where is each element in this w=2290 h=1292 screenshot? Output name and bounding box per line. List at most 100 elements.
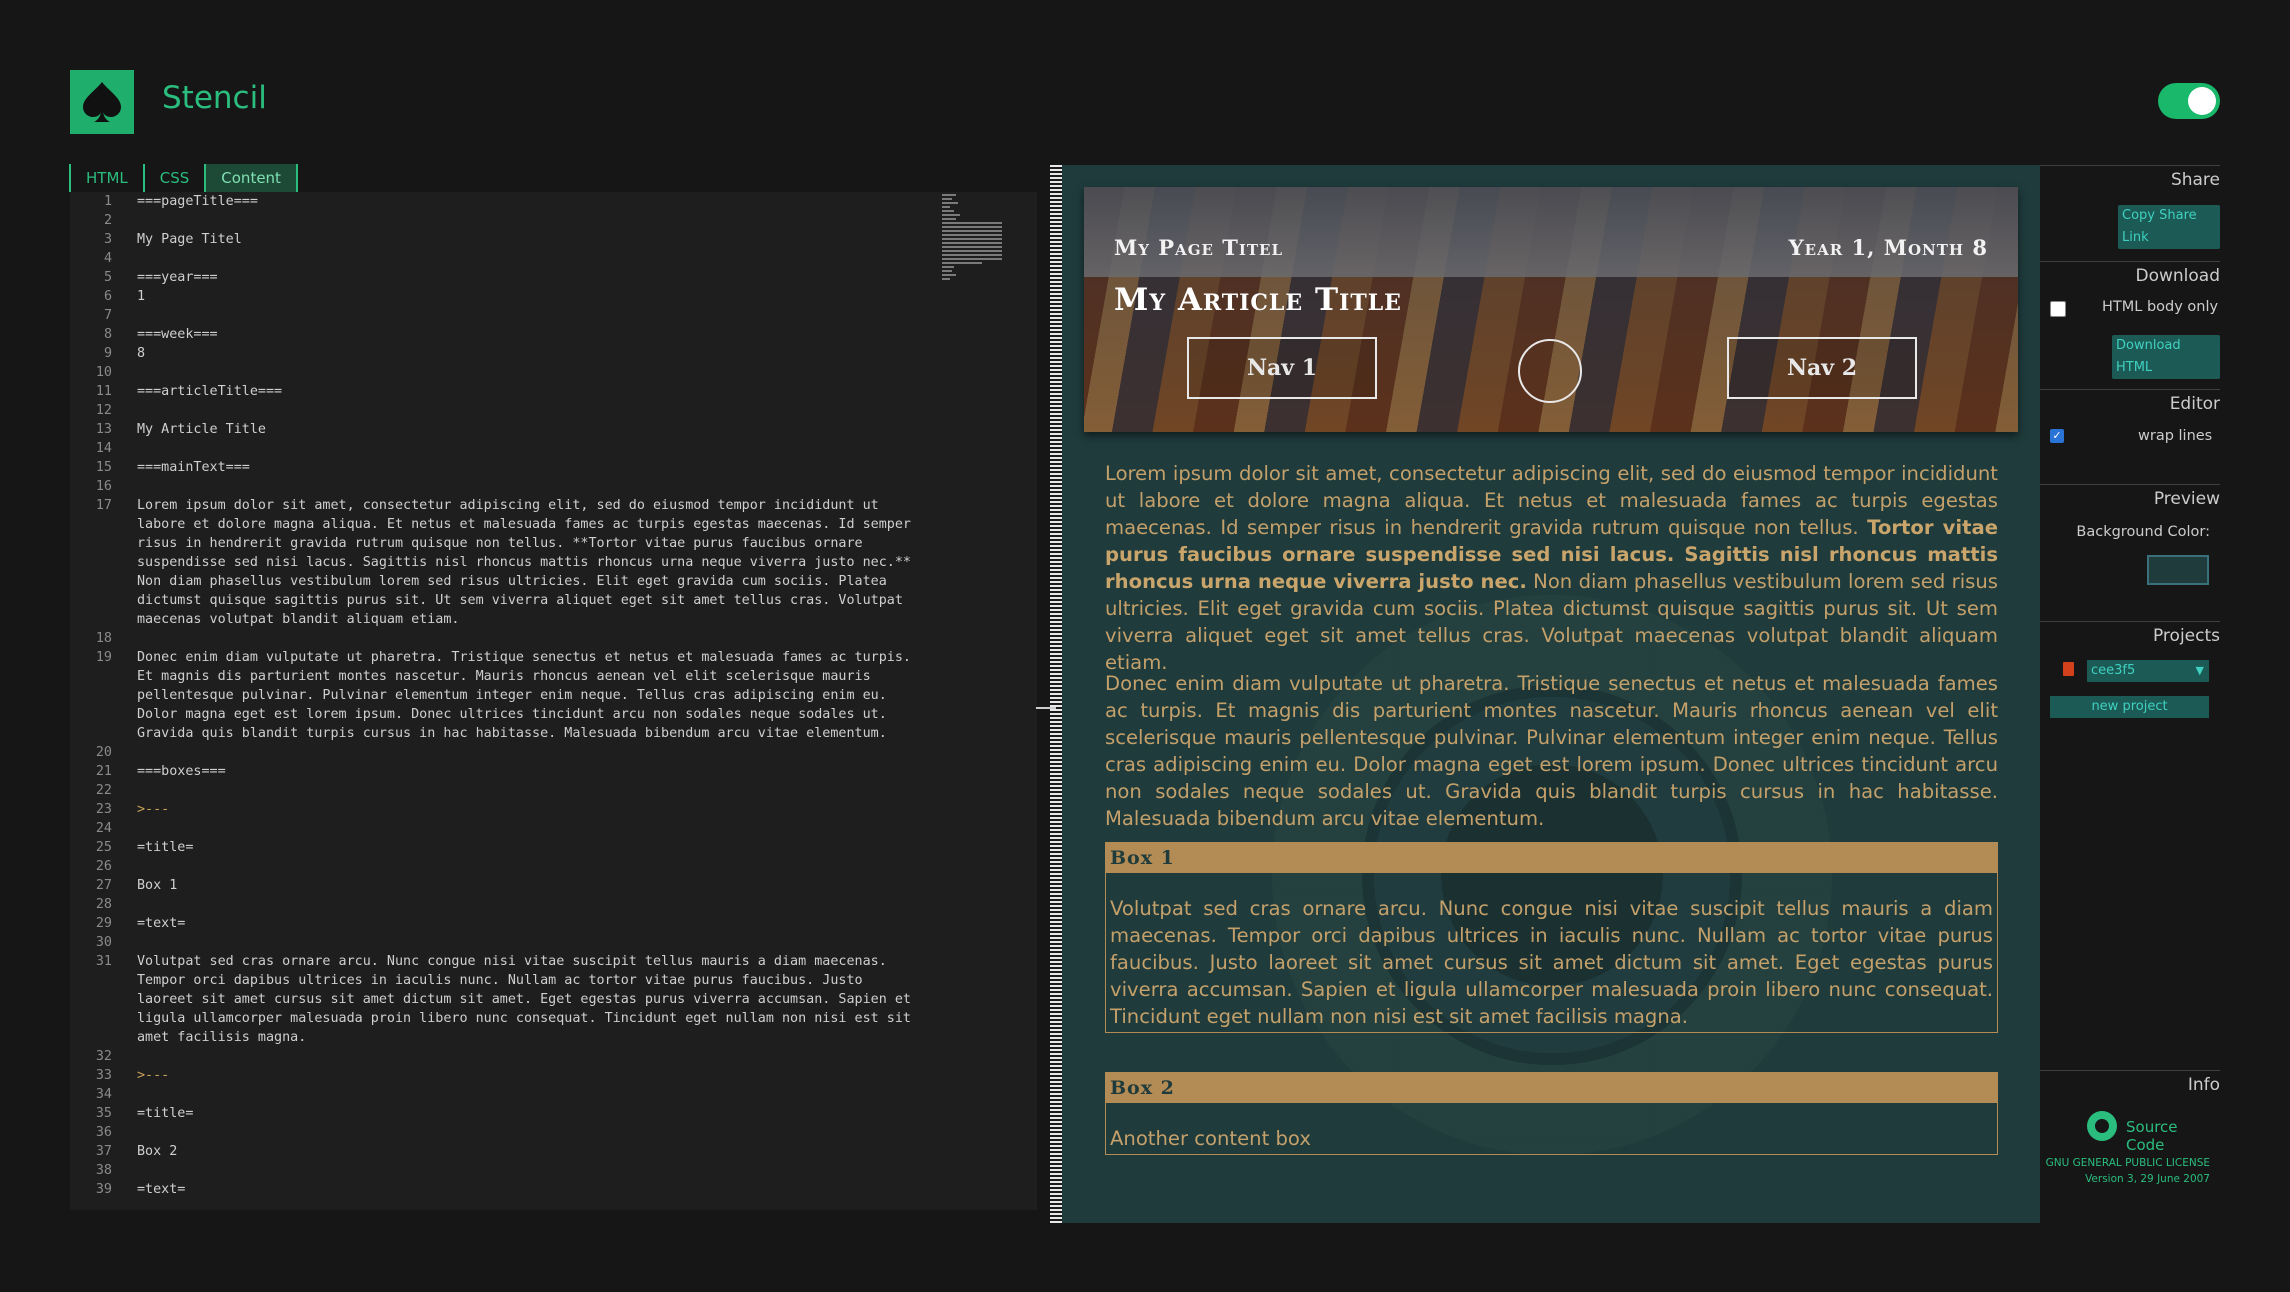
line-text[interactable]	[137, 933, 927, 952]
nav-1-button[interactable]: Nav 1	[1187, 337, 1377, 399]
line-text[interactable]: =text=	[137, 914, 927, 933]
code-line[interactable]: 24	[70, 819, 970, 838]
code-line[interactable]: 14	[70, 439, 970, 458]
code-line[interactable]: 34	[70, 1085, 970, 1104]
code-line[interactable]: 38	[70, 1161, 970, 1180]
code-line[interactable]: 21 ===boxes===	[70, 762, 970, 781]
line-text[interactable]: ===week===	[137, 325, 927, 344]
tab-css[interactable]: CSS	[142, 164, 205, 192]
trash-icon[interactable]	[2063, 662, 2074, 676]
line-text[interactable]: >---	[137, 800, 927, 819]
nav-center-circle[interactable]	[1518, 339, 1582, 403]
copy-share-link-button[interactable]: Copy Share Link	[2118, 205, 2220, 249]
line-text[interactable]: ===boxes===	[137, 762, 927, 781]
line-text[interactable]	[137, 249, 927, 268]
code-line[interactable]: 8 ===week===	[70, 325, 970, 344]
code-line[interactable]: 20	[70, 743, 970, 762]
line-text[interactable]: >---	[137, 1066, 927, 1085]
line-text[interactable]: Box 2	[137, 1142, 927, 1161]
line-text[interactable]	[137, 1085, 927, 1104]
line-text[interactable]: 1	[137, 287, 927, 306]
code-line[interactable]: 12	[70, 401, 970, 420]
download-html-button[interactable]: Download HTML	[2112, 335, 2220, 379]
code-line[interactable]: 36	[70, 1123, 970, 1142]
line-text[interactable]: Donec enim diam vulputate ut pharetra. T…	[137, 648, 927, 743]
code-editor[interactable]: 1 ===pageTitle=== 2 3 My Page Titel 4 5 ===year…	[70, 192, 1037, 1210]
code-line[interactable]: 29 =text=	[70, 914, 970, 933]
line-text[interactable]: My Page Titel	[137, 230, 927, 249]
code-line[interactable]: 30	[70, 933, 970, 952]
code-line[interactable]: 27 Box 1	[70, 876, 970, 895]
line-text[interactable]	[137, 1123, 927, 1142]
nav-2-button[interactable]: Nav 2	[1727, 337, 1917, 399]
code-line[interactable]: 35 =title=	[70, 1104, 970, 1123]
code-line[interactable]: 3 My Page Titel	[70, 230, 970, 249]
code-line[interactable]: 5 ===year===	[70, 268, 970, 287]
line-text[interactable]: ===year===	[137, 268, 927, 287]
code-line[interactable]: 1 ===pageTitle===	[70, 192, 970, 211]
pane-splitter[interactable]	[1050, 165, 1062, 1223]
code-line[interactable]: 2	[70, 211, 970, 230]
code-line[interactable]: 4	[70, 249, 970, 268]
code-line[interactable]: 11 ===articleTitle===	[70, 382, 970, 401]
code-line[interactable]: 61	[70, 287, 970, 306]
code-line[interactable]: 18	[70, 629, 970, 648]
project-select[interactable]: cee3f5 ▼	[2087, 660, 2209, 682]
new-project-button[interactable]: new project	[2050, 696, 2209, 718]
code-line[interactable]: 23 >---	[70, 800, 970, 819]
tab-html[interactable]: HTML	[69, 164, 143, 192]
code-line[interactable]: 22	[70, 781, 970, 800]
line-text[interactable]: Volutpat sed cras ornare arcu. Nunc cong…	[137, 952, 927, 1047]
background-color-picker[interactable]	[2147, 555, 2209, 585]
line-text[interactable]	[137, 857, 927, 876]
code-line[interactable]: 32	[70, 1047, 970, 1066]
line-text[interactable]: =title=	[137, 838, 927, 857]
code-lines[interactable]: 1 ===pageTitle=== 2 3 My Page Titel 4 5 ===year…	[70, 192, 970, 1199]
code-line[interactable]: 25 =title=	[70, 838, 970, 857]
tab-content[interactable]: Content	[204, 164, 298, 192]
code-line[interactable]: 7	[70, 306, 970, 325]
line-text[interactable]	[137, 1161, 927, 1180]
line-text[interactable]: ===articleTitle===	[137, 382, 927, 401]
code-line[interactable]: 31 Volutpat sed cras ornare arcu. Nunc co…	[70, 952, 970, 1047]
html-body-only-checkbox[interactable]	[2050, 301, 2066, 317]
line-text[interactable]: 8	[137, 344, 927, 363]
code-line[interactable]: 26	[70, 857, 970, 876]
line-text[interactable]	[137, 439, 927, 458]
code-line[interactable]: 15 ===mainText===	[70, 458, 970, 477]
code-line[interactable]: 33 >---	[70, 1066, 970, 1085]
source-code-link[interactable]: Source Code	[2126, 1118, 2220, 1154]
code-line[interactable]: 28	[70, 895, 970, 914]
line-text[interactable]: ===pageTitle===	[137, 192, 927, 211]
code-line[interactable]: 10	[70, 363, 970, 382]
code-line[interactable]: 16	[70, 477, 970, 496]
github-icon[interactable]	[2087, 1111, 2117, 1141]
line-text[interactable]	[137, 743, 927, 762]
line-text[interactable]	[137, 363, 927, 382]
line-text[interactable]: ===mainText===	[137, 458, 927, 477]
wrap-lines-checkbox[interactable]: ✓	[2050, 429, 2064, 443]
code-line[interactable]: 39 =text=	[70, 1180, 970, 1199]
line-text[interactable]: Box 1	[137, 876, 927, 895]
line-text[interactable]: Lorem ipsum dolor sit amet, consectetur …	[137, 496, 927, 629]
line-text[interactable]	[137, 819, 927, 838]
code-line[interactable]: 19 Donec enim diam vulputate ut pharetra.…	[70, 648, 970, 743]
line-text[interactable]	[137, 1047, 927, 1066]
line-text[interactable]	[137, 211, 927, 230]
code-line[interactable]: 37 Box 2	[70, 1142, 970, 1161]
splitter-handle[interactable]	[1036, 707, 1056, 709]
theme-toggle[interactable]	[2158, 83, 2220, 119]
line-text[interactable]	[137, 895, 927, 914]
code-line[interactable]: 13 My Article Title	[70, 420, 970, 439]
line-text[interactable]: =title=	[137, 1104, 927, 1123]
line-text[interactable]: My Article Title	[137, 420, 927, 439]
line-text[interactable]	[137, 781, 927, 800]
line-text[interactable]	[137, 629, 927, 648]
line-text[interactable]	[137, 477, 927, 496]
minimap[interactable]	[942, 192, 1037, 312]
line-text[interactable]: =text=	[137, 1180, 927, 1199]
line-text[interactable]	[137, 401, 927, 420]
code-line[interactable]: 17 Lorem ipsum dolor sit amet, consectetu…	[70, 496, 970, 629]
line-text[interactable]	[137, 306, 927, 325]
code-line[interactable]: 98	[70, 344, 970, 363]
